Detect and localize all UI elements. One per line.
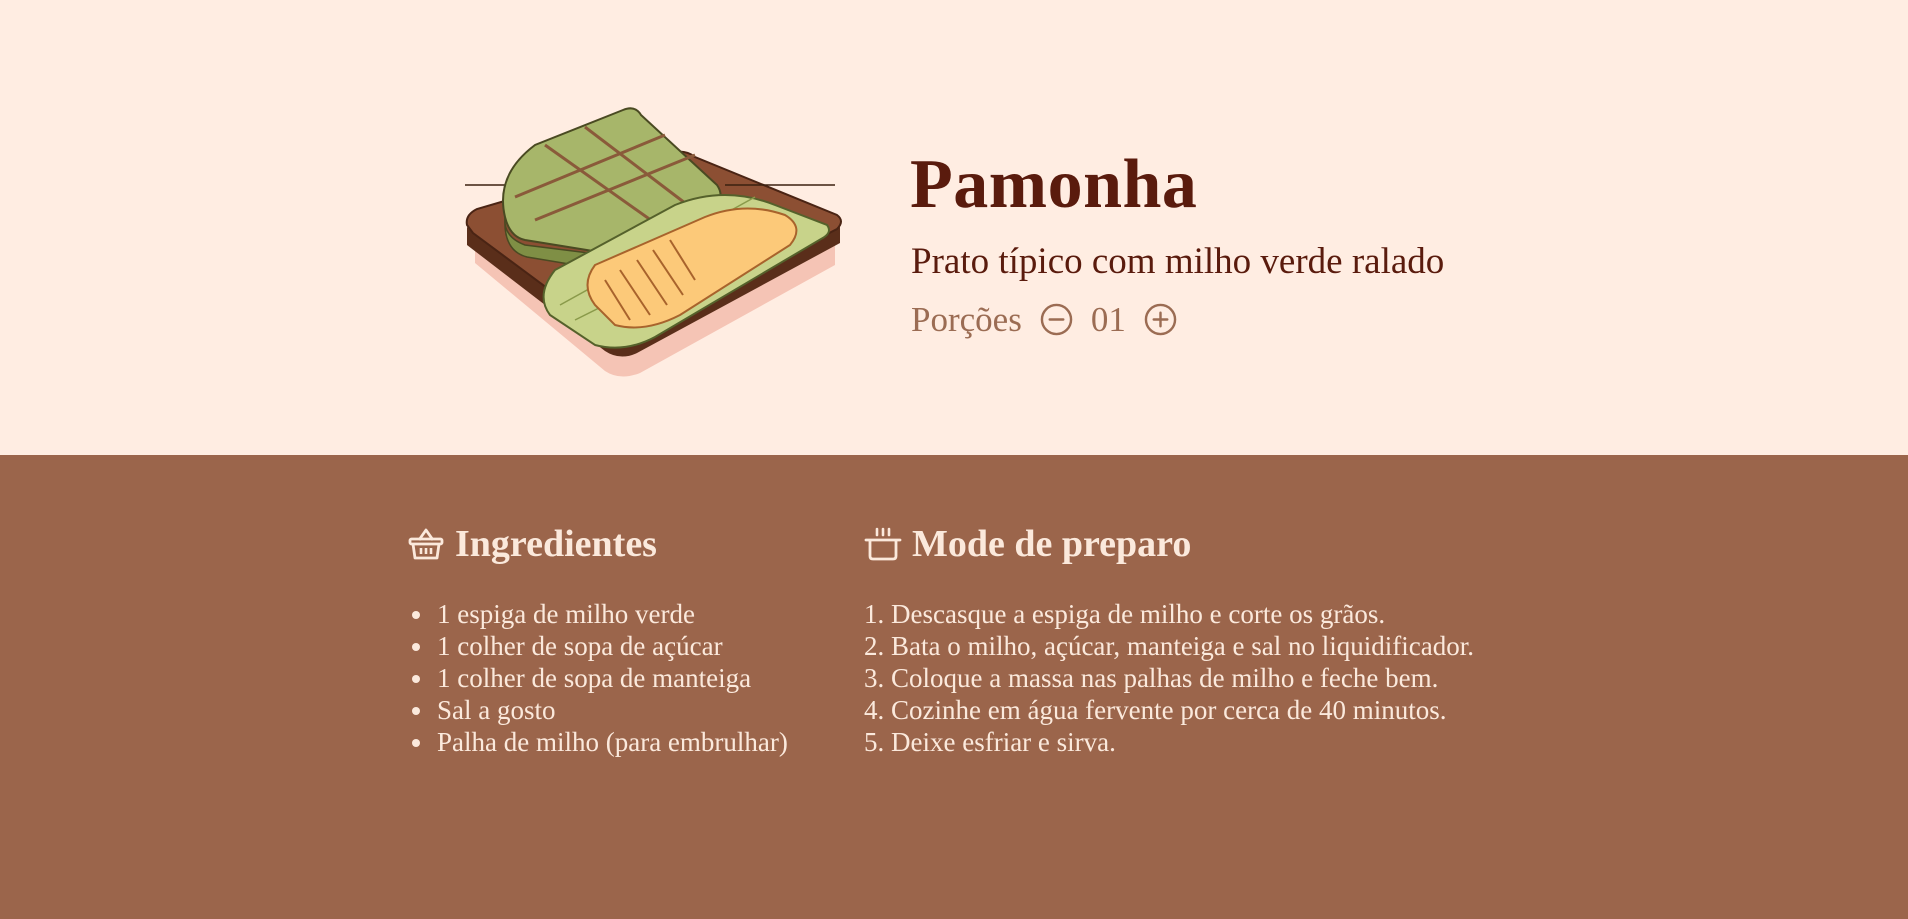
recipe-subtitle: Prato típico com milho verde ralado [911, 241, 1445, 282]
increase-servings-button[interactable] [1144, 303, 1177, 336]
list-item: 5. Deixe esfriar e sirva. [864, 727, 1116, 757]
list-item: Palha de milho (para embrulhar) [435, 726, 788, 758]
cooking-pot-icon [864, 527, 902, 561]
servings-control: Porções 01 [911, 302, 1177, 337]
ingredients-list: 1 espiga de milho verde 1 colher de sopa… [407, 598, 788, 758]
pamonha-illustration [465, 107, 842, 377]
list-item: 3. Coloque a massa nas palhas de milho e… [864, 663, 1439, 693]
list-item: 1. Descasque a espiga de milho e corte o… [864, 599, 1386, 629]
preparation-steps-list: 1. Descasque a espiga de milho e corte o… [864, 598, 1474, 758]
ingredients-heading: Ingredientes [407, 520, 788, 568]
list-item: 4. Cozinhe em água fervente por cerca de… [864, 695, 1447, 725]
list-item: 1 colher de sopa de manteiga [435, 662, 788, 694]
preparation-section: Mode de preparo 1. Descasque a espiga de… [864, 520, 1474, 758]
recipe-details-section: Ingredientes 1 espiga de milho verde 1 c… [0, 455, 1908, 919]
servings-value: 01 [1090, 300, 1126, 339]
preparation-heading-label: Mode de preparo [912, 523, 1192, 565]
servings-label: Porções [911, 300, 1022, 339]
preparation-heading: Mode de preparo [864, 520, 1474, 568]
list-item: 1 espiga de milho verde [435, 598, 788, 630]
list-item: 1 colher de sopa de açúcar [435, 630, 788, 662]
decrease-servings-button[interactable] [1040, 303, 1073, 336]
recipe-title: Pamonha [910, 146, 1198, 223]
ingredients-heading-label: Ingredientes [455, 523, 657, 565]
list-item: Sal a gosto [435, 694, 788, 726]
list-item: 2. Bata o milho, açúcar, manteiga e sal … [864, 631, 1474, 661]
basket-icon [408, 528, 444, 560]
hero-section: Pamonha Prato típico com milho verde ral… [0, 0, 1908, 455]
ingredients-section: Ingredientes 1 espiga de milho verde 1 c… [407, 520, 788, 758]
